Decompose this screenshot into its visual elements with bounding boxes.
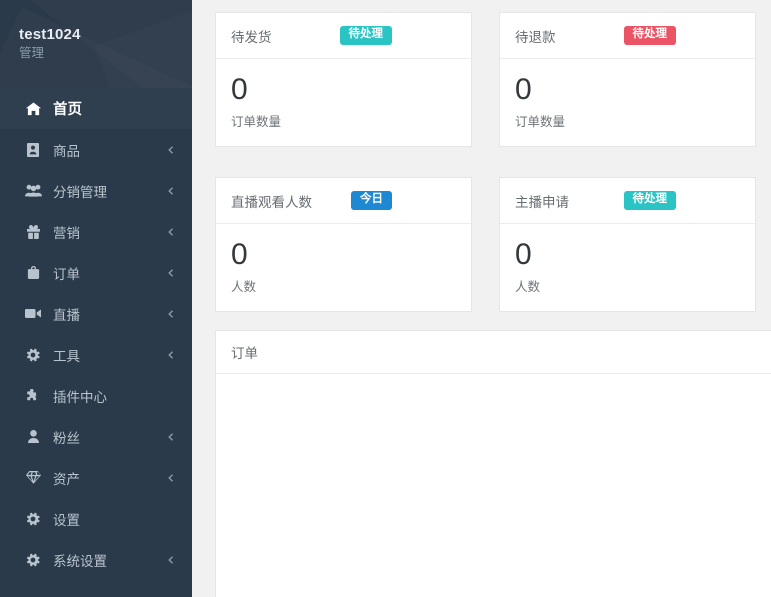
sidebar-item-2[interactable]: 分销管理 <box>0 170 192 211</box>
chevron-left-icon <box>167 145 175 154</box>
main-content: 待发货 待处理 0 订单数量 待退款 待处理 0 订单数量 直播观看人数 今日 0 人数 主播申请 待处… <box>192 0 771 597</box>
chevron-left-icon <box>167 432 175 441</box>
sidebar-item-5[interactable]: 直播 <box>0 293 192 334</box>
stat-card-label: 人数 <box>231 280 257 294</box>
users-icon <box>24 184 42 197</box>
stat-card-value: 0 <box>231 238 248 271</box>
status-badge: 待处理 <box>339 26 392 45</box>
chevron-left-icon <box>167 186 175 195</box>
sidebar-item-label: 粉丝 <box>53 430 80 446</box>
stat-card-body: 0 人数 <box>500 224 755 311</box>
logo-text: test1024 管理 <box>19 26 81 62</box>
puzzle-icon <box>24 389 42 402</box>
order-line-chart <box>216 374 771 597</box>
sidebar-item-0[interactable]: 首页 <box>0 88 192 129</box>
status-badge: 今日 <box>351 191 392 210</box>
sidebar-logo[interactable]: test1024 管理 <box>0 0 192 88</box>
logo-subtitle: 管理 <box>19 46 45 60</box>
gear-icon <box>24 553 42 567</box>
stat-card[interactable]: 待发货 待处理 0 订单数量 <box>215 12 472 147</box>
gear-icon <box>24 348 42 362</box>
stat-cards-row-1: 待发货 待处理 0 订单数量 待退款 待处理 0 订单数量 <box>192 0 771 147</box>
dashboard-page: test1024 管理 首页 商品 分销管理 营销 订单 直播 工具 插件中心 粉丝 资产 设置 系统… <box>0 0 771 597</box>
sidebar-item-label: 订单 <box>53 266 80 282</box>
order-chart-area <box>216 374 771 597</box>
sidebar-item-label: 工具 <box>53 348 80 364</box>
chevron-left-icon <box>167 227 175 236</box>
sidebar-item-11[interactable]: 系统设置 <box>0 539 192 580</box>
bag-icon <box>24 266 42 279</box>
order-panel: 订单 <box>215 330 771 597</box>
chevron-left-icon <box>167 268 175 277</box>
stat-card-body: 0 订单数量 <box>216 59 471 146</box>
stat-card-value: 0 <box>515 73 532 106</box>
chevron-left-icon <box>167 350 175 359</box>
stat-card-label: 订单数量 <box>231 115 282 129</box>
diamond-icon <box>24 471 42 484</box>
chevron-left-icon <box>167 473 175 482</box>
stat-cards-row-2: 直播观看人数 今日 0 人数 主播申请 待处理 0 人数 <box>192 165 771 312</box>
gear-icon <box>24 512 42 526</box>
logo-title: test1024 <box>19 26 81 43</box>
stat-card-body: 0 订单数量 <box>500 59 755 146</box>
status-badge: 待处理 <box>623 191 676 210</box>
stat-card-header: 直播观看人数 今日 <box>216 178 471 224</box>
stat-card-title: 直播观看人数 <box>231 194 312 210</box>
sidebar-item-8[interactable]: 粉丝 <box>0 416 192 457</box>
stat-card-value: 0 <box>231 73 248 106</box>
stat-card-header: 待发货 待处理 <box>216 13 471 59</box>
stat-card-header: 主播申请 待处理 <box>500 178 755 224</box>
stat-card[interactable]: 直播观看人数 今日 0 人数 <box>215 177 472 312</box>
stat-card-value: 0 <box>515 238 532 271</box>
stat-card-header: 待退款 待处理 <box>500 13 755 59</box>
sidebar-item-1[interactable]: 商品 <box>0 129 192 170</box>
sidebar-item-label: 直播 <box>53 307 80 323</box>
sidebar-item-label: 商品 <box>53 143 80 159</box>
sidebar-item-label: 首页 <box>53 102 82 118</box>
order-panel-header: 订单 <box>216 331 771 374</box>
stat-card-body: 0 人数 <box>216 224 471 311</box>
sidebar-item-label: 营销 <box>53 225 80 241</box>
book-icon <box>24 142 42 157</box>
user-icon <box>24 430 42 443</box>
stat-card-title: 待发货 <box>231 29 272 45</box>
stat-card-label: 人数 <box>515 280 541 294</box>
sidebar: test1024 管理 首页商品分销管理营销订单直播工具插件中心粉丝资产设置系统… <box>0 0 192 597</box>
sidebar-item-label: 插件中心 <box>53 389 107 405</box>
chevron-left-icon <box>167 555 175 564</box>
sidebar-item-6[interactable]: 工具 <box>0 334 192 375</box>
gift-icon <box>24 224 42 239</box>
status-badge: 待处理 <box>623 26 676 45</box>
stat-card[interactable]: 主播申请 待处理 0 人数 <box>499 177 756 312</box>
sidebar-item-label: 资产 <box>53 471 80 487</box>
stat-card-title: 主播申请 <box>515 194 569 210</box>
stat-card-label: 订单数量 <box>515 115 566 129</box>
sidebar-item-label: 设置 <box>53 512 80 528</box>
sidebar-item-4[interactable]: 订单 <box>0 252 192 293</box>
chevron-left-icon <box>167 309 175 318</box>
sidebar-item-7[interactable]: 插件中心 <box>0 375 192 416</box>
order-panel-title: 订单 <box>231 346 258 361</box>
home-icon <box>24 101 42 116</box>
video-icon <box>24 308 42 319</box>
sidebar-item-3[interactable]: 营销 <box>0 211 192 252</box>
stat-card[interactable]: 待退款 待处理 0 订单数量 <box>499 12 756 147</box>
sidebar-item-9[interactable]: 资产 <box>0 457 192 498</box>
stat-card-title: 待退款 <box>515 29 556 45</box>
sidebar-item-10[interactable]: 设置 <box>0 498 192 539</box>
sidebar-menu: 首页商品分销管理营销订单直播工具插件中心粉丝资产设置系统设置 <box>0 88 192 580</box>
sidebar-item-label: 系统设置 <box>53 553 107 569</box>
sidebar-item-label: 分销管理 <box>53 184 107 200</box>
